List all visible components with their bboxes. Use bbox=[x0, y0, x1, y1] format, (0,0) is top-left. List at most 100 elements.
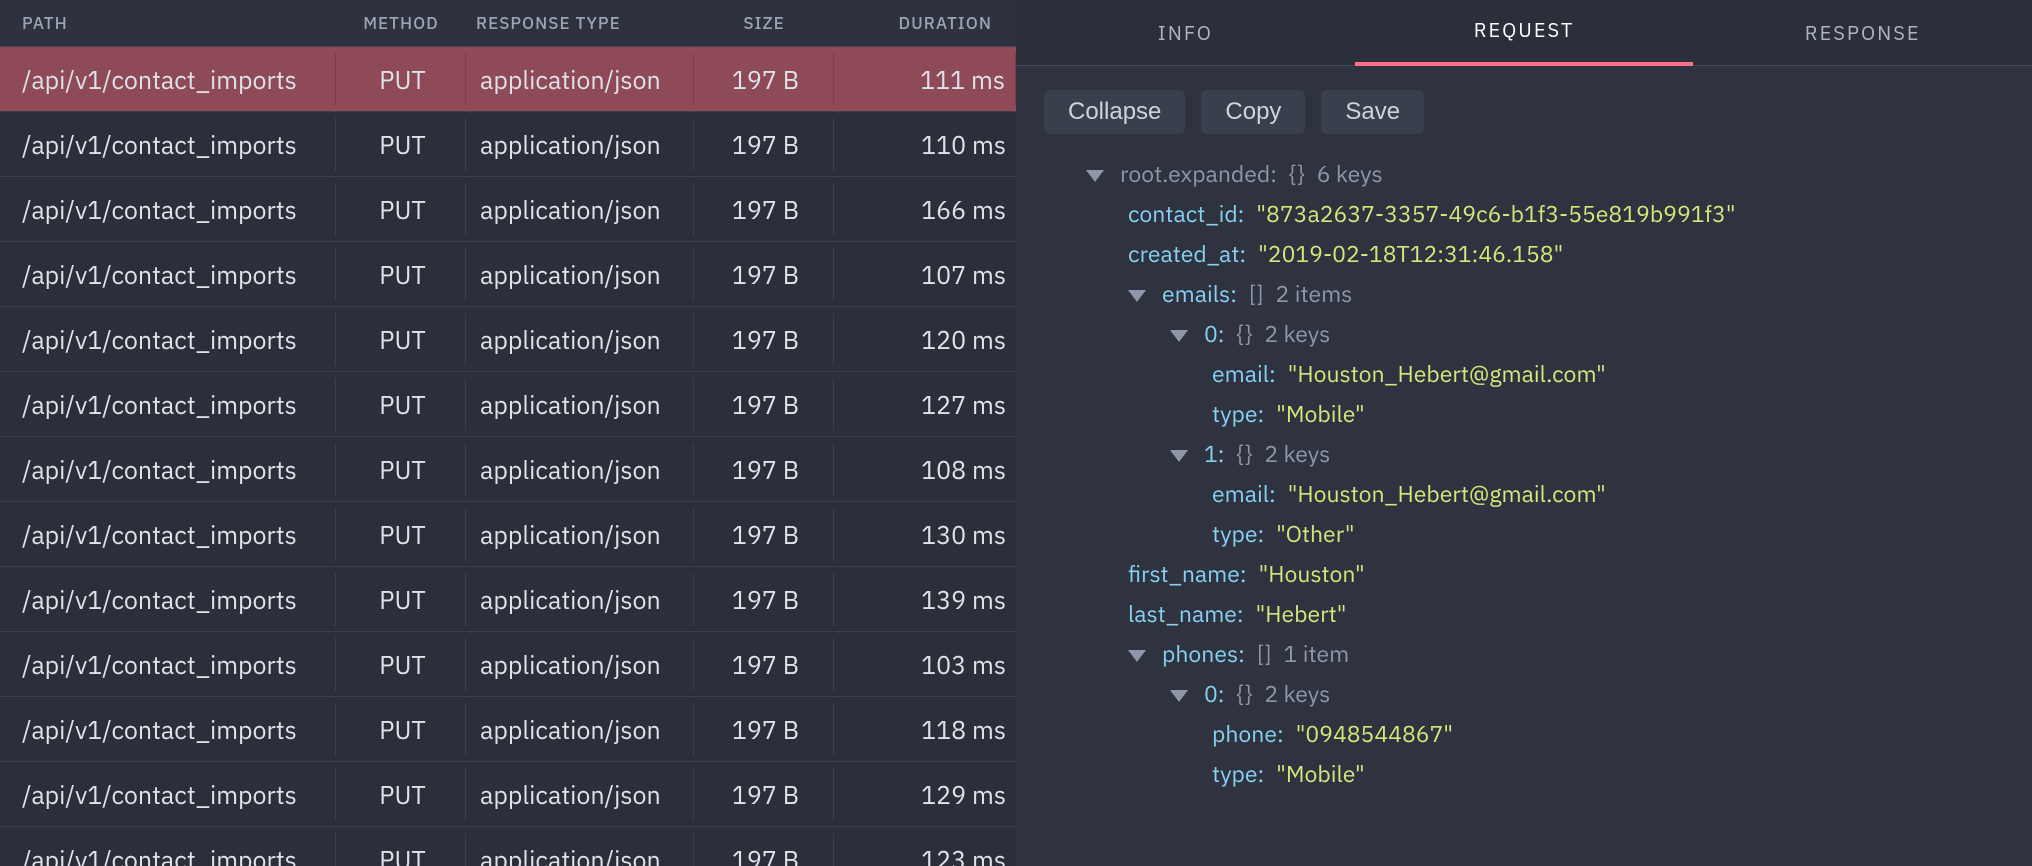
table-row[interactable]: /api/v1/contact_importsPUTapplication/js… bbox=[0, 437, 1016, 502]
json-tree: root.expanded:{}6 keys contact_id:"873a2… bbox=[1016, 154, 2032, 814]
table-header: PATH METHOD RESPONSE TYPE SIZE DURATION bbox=[0, 0, 1016, 47]
cell-path: /api/v1/contact_imports bbox=[0, 573, 336, 626]
cell-path: /api/v1/contact_imports bbox=[0, 183, 336, 236]
cell-method: PUT bbox=[336, 703, 466, 756]
tab-response[interactable]: RESPONSE bbox=[1693, 0, 2032, 66]
json-node-type[interactable]: type:"Mobile" bbox=[1044, 754, 2004, 794]
table-row[interactable]: /api/v1/contact_importsPUTapplication/js… bbox=[0, 502, 1016, 567]
json-node-type[interactable]: type:"Other" bbox=[1044, 514, 2004, 554]
cell-path: /api/v1/contact_imports bbox=[0, 53, 336, 106]
table-row[interactable]: /api/v1/contact_importsPUTapplication/js… bbox=[0, 372, 1016, 437]
table-row[interactable]: /api/v1/contact_importsPUTapplication/js… bbox=[0, 762, 1016, 827]
cell-method: PUT bbox=[336, 508, 466, 561]
table-row[interactable]: /api/v1/contact_importsPUTapplication/js… bbox=[0, 567, 1016, 632]
cell-resp: application/json bbox=[466, 53, 694, 106]
cell-size: 197 B bbox=[694, 833, 834, 866]
cell-dur: 107 ms bbox=[834, 248, 1016, 301]
chevron-down-icon[interactable] bbox=[1086, 170, 1104, 182]
json-node-phone[interactable]: phone:"0948544867" bbox=[1044, 714, 2004, 754]
json-node-first-name[interactable]: first_name:"Houston" bbox=[1044, 554, 2004, 594]
json-node-emails[interactable]: emails:[]2 items bbox=[1044, 274, 2004, 314]
cell-dur: 166 ms bbox=[834, 183, 1016, 236]
cell-dur: 118 ms bbox=[834, 703, 1016, 756]
cell-dur: 123 ms bbox=[834, 833, 1016, 866]
detail-panel: INFO REQUEST RESPONSE Collapse Copy Save… bbox=[1016, 0, 2032, 866]
json-node-emails-1[interactable]: 1:{}2 keys bbox=[1044, 434, 2004, 474]
cell-resp: application/json bbox=[466, 443, 694, 496]
action-bar: Collapse Copy Save bbox=[1016, 66, 2032, 154]
json-node-root[interactable]: root.expanded:{}6 keys bbox=[1044, 154, 2004, 194]
cell-size: 197 B bbox=[694, 53, 834, 106]
cell-dur: 130 ms bbox=[834, 508, 1016, 561]
cell-method: PUT bbox=[336, 313, 466, 366]
cell-resp: application/json bbox=[466, 508, 694, 561]
table-row[interactable]: /api/v1/contact_importsPUTapplication/js… bbox=[0, 632, 1016, 697]
tab-request[interactable]: REQUEST bbox=[1355, 0, 1694, 66]
cell-size: 197 B bbox=[694, 378, 834, 431]
table-row[interactable]: /api/v1/contact_importsPUTapplication/js… bbox=[0, 112, 1016, 177]
header-method[interactable]: METHOD bbox=[336, 0, 466, 46]
cell-size: 197 B bbox=[694, 313, 834, 366]
json-node-email[interactable]: email:"Houston_Hebert@gmail.com" bbox=[1044, 474, 2004, 514]
cell-size: 197 B bbox=[694, 118, 834, 171]
json-node-email[interactable]: email:"Houston_Hebert@gmail.com" bbox=[1044, 354, 2004, 394]
cell-path: /api/v1/contact_imports bbox=[0, 443, 336, 496]
save-button[interactable]: Save bbox=[1321, 90, 1424, 134]
copy-button[interactable]: Copy bbox=[1201, 90, 1305, 134]
json-node-created-at[interactable]: created_at:"2019-02-18T12:31:46.158" bbox=[1044, 234, 2004, 274]
header-duration[interactable]: DURATION bbox=[834, 0, 1016, 46]
cell-path: /api/v1/contact_imports bbox=[0, 638, 336, 691]
cell-method: PUT bbox=[336, 183, 466, 236]
header-resp[interactable]: RESPONSE TYPE bbox=[466, 0, 694, 46]
table-row[interactable]: /api/v1/contact_importsPUTapplication/js… bbox=[0, 47, 1016, 112]
json-node-contact-id[interactable]: contact_id:"873a2637-3357-49c6-b1f3-55e8… bbox=[1044, 194, 2004, 234]
table-row[interactable]: /api/v1/contact_importsPUTapplication/js… bbox=[0, 307, 1016, 372]
table-row[interactable]: /api/v1/contact_importsPUTapplication/js… bbox=[0, 177, 1016, 242]
chevron-down-icon[interactable] bbox=[1128, 650, 1146, 662]
cell-dur: 111 ms bbox=[834, 53, 1016, 106]
chevron-down-icon[interactable] bbox=[1170, 450, 1188, 462]
cell-size: 197 B bbox=[694, 703, 834, 756]
json-node-phones-0[interactable]: 0:{}2 keys bbox=[1044, 674, 2004, 714]
cell-size: 197 B bbox=[694, 768, 834, 821]
header-size[interactable]: SIZE bbox=[694, 0, 834, 46]
json-node-emails-0[interactable]: 0:{}2 keys bbox=[1044, 314, 2004, 354]
cell-size: 197 B bbox=[694, 638, 834, 691]
table-body: /api/v1/contact_importsPUTapplication/js… bbox=[0, 47, 1016, 866]
cell-method: PUT bbox=[336, 833, 466, 866]
cell-dur: 127 ms bbox=[834, 378, 1016, 431]
json-node-phones[interactable]: phones:[]1 item bbox=[1044, 634, 2004, 674]
cell-method: PUT bbox=[336, 53, 466, 106]
chevron-down-icon[interactable] bbox=[1170, 690, 1188, 702]
cell-resp: application/json bbox=[466, 638, 694, 691]
cell-dur: 110 ms bbox=[834, 118, 1016, 171]
tab-info[interactable]: INFO bbox=[1016, 0, 1355, 66]
cell-path: /api/v1/contact_imports bbox=[0, 313, 336, 366]
chevron-down-icon[interactable] bbox=[1128, 290, 1146, 302]
cell-method: PUT bbox=[336, 378, 466, 431]
cell-resp: application/json bbox=[466, 378, 694, 431]
collapse-button[interactable]: Collapse bbox=[1044, 90, 1185, 134]
cell-size: 197 B bbox=[694, 183, 834, 236]
json-node-last-name[interactable]: last_name:"Hebert" bbox=[1044, 594, 2004, 634]
cell-method: PUT bbox=[336, 248, 466, 301]
table-row[interactable]: /api/v1/contact_importsPUTapplication/js… bbox=[0, 242, 1016, 307]
cell-dur: 139 ms bbox=[834, 573, 1016, 626]
table-row[interactable]: /api/v1/contact_importsPUTapplication/js… bbox=[0, 827, 1016, 866]
json-node-type[interactable]: type:"Mobile" bbox=[1044, 394, 2004, 434]
cell-resp: application/json bbox=[466, 833, 694, 866]
cell-path: /api/v1/contact_imports bbox=[0, 378, 336, 431]
cell-size: 197 B bbox=[694, 248, 834, 301]
cell-dur: 108 ms bbox=[834, 443, 1016, 496]
cell-method: PUT bbox=[336, 768, 466, 821]
cell-dur: 103 ms bbox=[834, 638, 1016, 691]
tabs: INFO REQUEST RESPONSE bbox=[1016, 0, 2032, 66]
table-row[interactable]: /api/v1/contact_importsPUTapplication/js… bbox=[0, 697, 1016, 762]
cell-path: /api/v1/contact_imports bbox=[0, 833, 336, 866]
chevron-down-icon[interactable] bbox=[1170, 330, 1188, 342]
cell-size: 197 B bbox=[694, 443, 834, 496]
header-path[interactable]: PATH bbox=[0, 0, 336, 46]
cell-method: PUT bbox=[336, 443, 466, 496]
cell-resp: application/json bbox=[466, 183, 694, 236]
cell-dur: 120 ms bbox=[834, 313, 1016, 366]
